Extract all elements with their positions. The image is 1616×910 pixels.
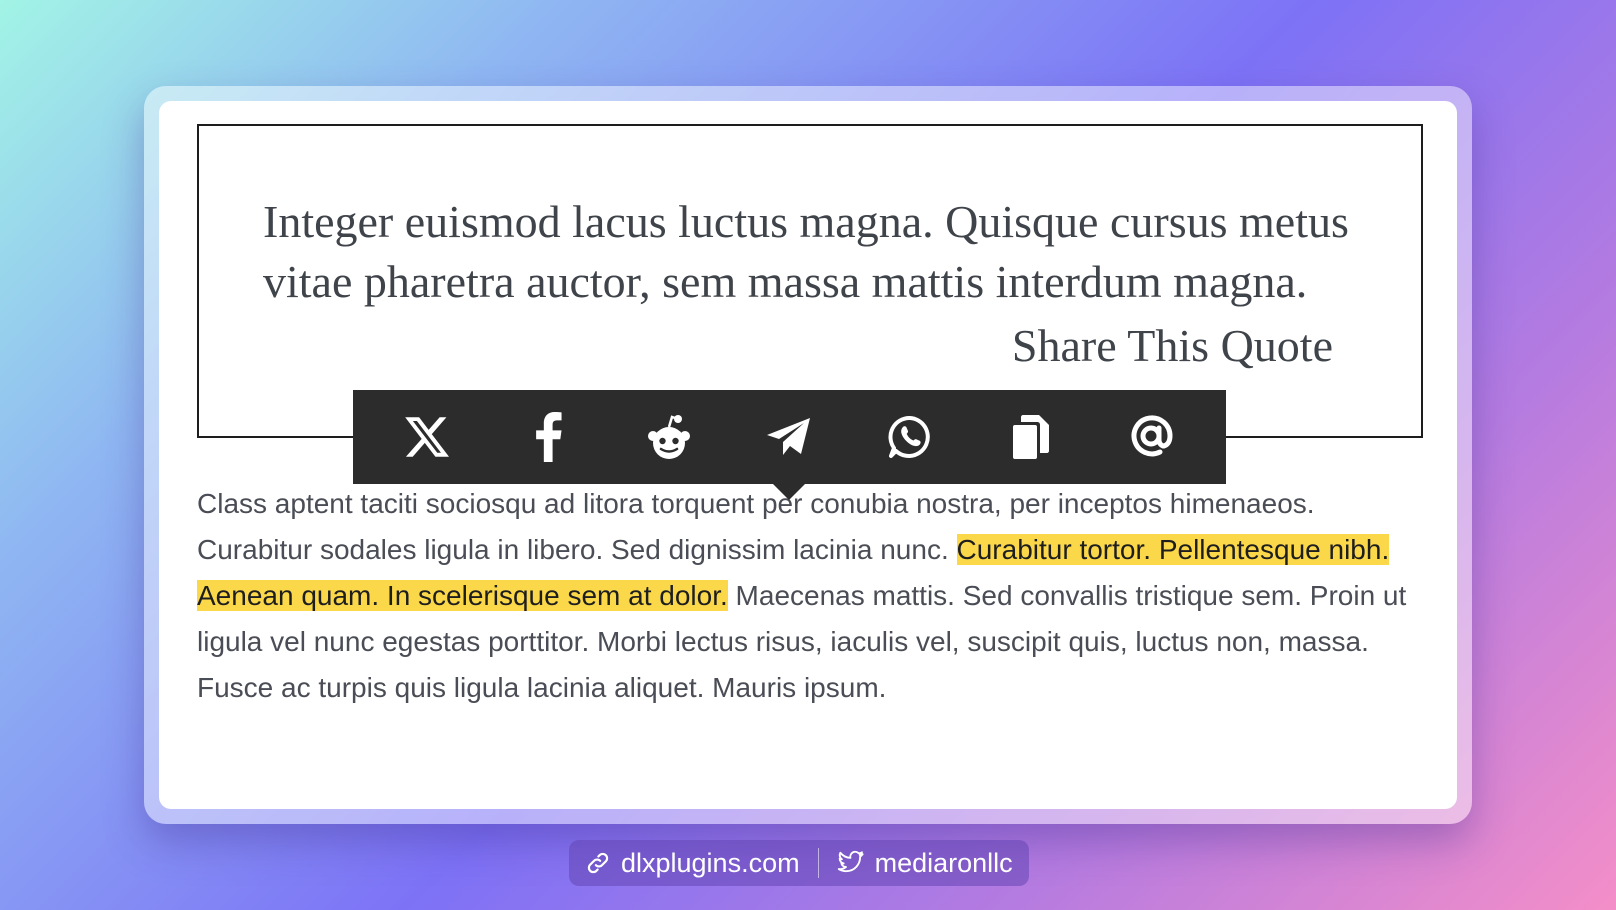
share-email-button[interactable] [1116, 401, 1188, 473]
email-icon [1131, 415, 1173, 457]
footer-badge: dlxplugins.com mediaronllc [569, 840, 1029, 886]
copy-quote-button[interactable] [995, 401, 1067, 473]
share-telegram-button[interactable] [753, 401, 825, 473]
share-quote-link[interactable]: Share This Quote [1012, 316, 1333, 376]
footer-divider [817, 848, 819, 878]
telegram-icon [767, 418, 811, 455]
quote-text: Integer euismod lacus luctus magna. Quis… [263, 196, 1349, 307]
content-card: Integer euismod lacus luctus magna. Quis… [159, 101, 1457, 809]
reddit-icon [647, 415, 690, 459]
copy-icon [1012, 415, 1049, 459]
share-reddit-button[interactable] [633, 401, 705, 473]
share-whatsapp-button[interactable] [874, 401, 946, 473]
share-toolbar [353, 390, 1226, 500]
whatsapp-icon [888, 415, 930, 458]
twitter-link[interactable]: mediaronllc [837, 848, 1013, 879]
site-link[interactable]: dlxplugins.com [585, 848, 800, 879]
article-paragraph: Class aptent taciti sociosqu ad litora t… [197, 481, 1425, 711]
x-icon [405, 417, 450, 457]
facebook-icon [536, 412, 562, 462]
twitter-bird-icon [837, 850, 864, 873]
share-facebook-button[interactable] [512, 401, 584, 473]
link-icon [587, 852, 609, 874]
site-label: dlxplugins.com [621, 847, 800, 878]
twitter-handle: mediaronllc [874, 847, 1013, 878]
share-x-button[interactable] [391, 401, 463, 473]
